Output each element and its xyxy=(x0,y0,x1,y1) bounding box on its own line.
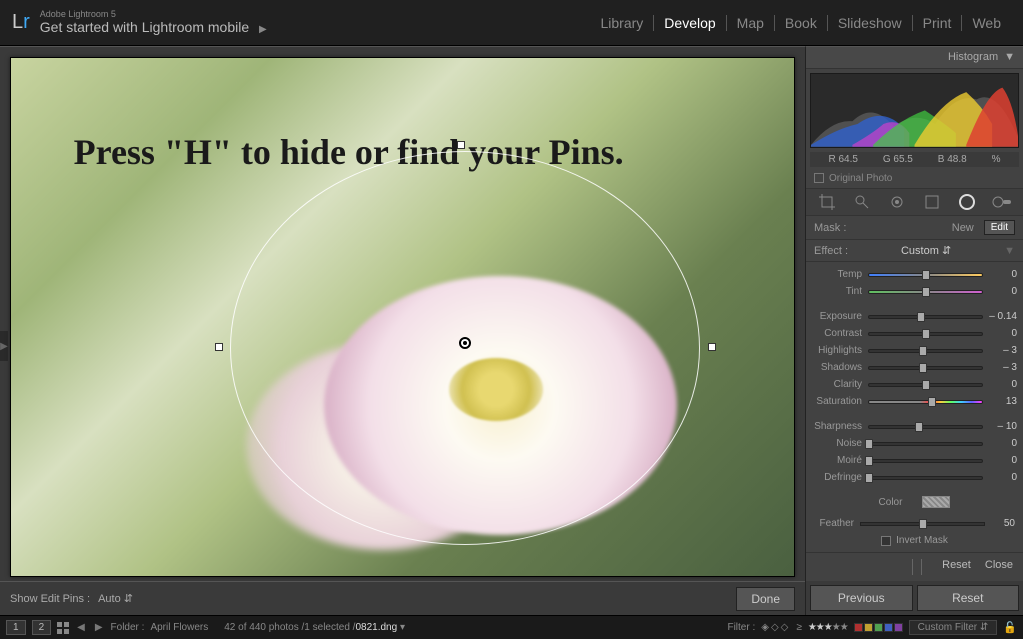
color-row: Color xyxy=(806,490,1023,514)
histogram-header[interactable]: Histogram ▼ xyxy=(806,47,1023,69)
rgb-readout: R 64.5 G 65.5 B 48.8 % xyxy=(810,152,1019,167)
module-print[interactable]: Print xyxy=(913,15,963,31)
module-map[interactable]: Map xyxy=(727,15,775,31)
slider-temp[interactable]: Temp0 xyxy=(812,266,1017,283)
checkbox-icon[interactable] xyxy=(881,536,891,546)
reset-close-row: Reset Close xyxy=(806,552,1023,581)
gte-icon[interactable]: ≥ xyxy=(796,622,802,633)
photo-count: 42 of 440 photos /1 selected /0821.dng ▾ xyxy=(224,622,405,633)
effect-label: Effect : xyxy=(814,245,848,257)
module-library[interactable]: Library xyxy=(591,15,655,31)
mask-new-button[interactable]: New xyxy=(952,222,974,234)
bottom-bar: 1 2 ◀ ▶ Folder : April Flowers 42 of 440… xyxy=(0,615,1023,639)
show-pins-dropdown[interactable]: Auto ⇵ xyxy=(98,592,133,605)
title-block: Adobe Lightroom 5 Get started with Light… xyxy=(40,10,267,35)
radial-handle-right[interactable] xyxy=(708,343,716,351)
done-button[interactable]: Done xyxy=(736,587,795,611)
folder-label: Folder : xyxy=(111,622,145,633)
canvas-area: ▶ Press "H" to hide or find your Pins. S… xyxy=(0,46,805,615)
invert-label: Invert Mask xyxy=(896,535,948,546)
radial-handle-left[interactable] xyxy=(215,343,223,351)
prev-photo-icon[interactable]: ◀ xyxy=(75,622,87,633)
slider-exposure[interactable]: Exposure– 0.14 xyxy=(812,308,1017,325)
reset-button[interactable]: Reset xyxy=(917,585,1020,611)
photo-canvas[interactable]: Press "H" to hide or find your Pins. xyxy=(10,57,795,577)
checkbox-icon[interactable] xyxy=(814,173,824,183)
slider-sharpness[interactable]: Sharpness– 10 xyxy=(812,418,1017,435)
reset-link[interactable]: Reset xyxy=(942,559,971,575)
radial-tool-icon[interactable] xyxy=(956,191,978,213)
top-bar: Lr Adobe Lightroom 5 Get started with Li… xyxy=(0,0,1023,46)
lock-filter-icon[interactable]: 🔓 xyxy=(1003,621,1017,634)
slider-moire[interactable]: Moiré0 xyxy=(812,452,1017,469)
color-label-filter[interactable] xyxy=(854,623,903,632)
tool-strip xyxy=(806,189,1023,216)
color-label: Color xyxy=(879,497,903,508)
mask-label: Mask : xyxy=(814,222,846,234)
monitor-1-button[interactable]: 1 xyxy=(6,620,26,635)
invert-mask-row[interactable]: Invert Mask xyxy=(806,533,1023,552)
slider-noise[interactable]: Noise0 xyxy=(812,435,1017,452)
flag-filter-icons[interactable]: ◈◇◇ xyxy=(761,622,790,633)
effect-header: Effect : Custom ⇵ ▼ xyxy=(806,240,1023,262)
crop-tool-icon[interactable] xyxy=(816,191,838,213)
slider-defringe[interactable]: Defringe0 xyxy=(812,469,1017,486)
module-web[interactable]: Web xyxy=(962,15,1011,31)
custom-filter-dropdown[interactable]: Custom Filter ⇵ xyxy=(909,620,998,635)
welcome-label: Get started with Lightroom mobile xyxy=(40,19,249,35)
module-picker: Library Develop Map Book Slideshow Print… xyxy=(591,15,1012,31)
slider-shadows[interactable]: Shadows– 3 xyxy=(812,359,1017,376)
welcome-text[interactable]: Get started with Lightroom mobile ▶ xyxy=(40,20,267,35)
show-pins-label: Show Edit Pins : xyxy=(10,593,90,605)
prev-reset-row: Previous Reset xyxy=(806,581,1023,615)
histogram[interactable] xyxy=(810,73,1019,148)
panel-switch-icon[interactable] xyxy=(912,559,922,575)
rating-filter[interactable]: ★★★★★ xyxy=(808,622,848,633)
mask-row: Mask : New Edit xyxy=(806,216,1023,240)
brush-tool-icon[interactable] xyxy=(991,191,1013,213)
previous-button[interactable]: Previous xyxy=(810,585,913,611)
right-panel: Histogram ▼ R 64.5 G 65.5 B 48.8 % Origi… xyxy=(805,46,1023,615)
spot-tool-icon[interactable] xyxy=(851,191,873,213)
main-area: ▶ Press "H" to hide or find your Pins. S… xyxy=(0,46,1023,615)
chevron-down-icon[interactable]: ▼ xyxy=(1004,245,1015,257)
chevron-down-icon: ▼ xyxy=(1004,51,1015,63)
module-book[interactable]: Book xyxy=(775,15,828,31)
gradient-tool-icon[interactable] xyxy=(921,191,943,213)
filter-label: Filter : xyxy=(727,622,755,633)
slider-highlights[interactable]: Highlights– 3 xyxy=(812,342,1017,359)
next-photo-icon[interactable]: ▶ xyxy=(93,622,105,633)
canvas-footer: Show Edit Pins : Auto ⇵ Done xyxy=(0,581,805,615)
slider-saturation[interactable]: Saturation13 xyxy=(812,393,1017,410)
effect-dropdown[interactable]: Custom ⇵ xyxy=(901,244,951,257)
app-logo: Lr xyxy=(12,11,30,34)
color-swatch[interactable] xyxy=(922,496,950,508)
sliders-group: Temp0 Tint0 Exposure– 0.14 Contrast0 Hig… xyxy=(806,262,1023,490)
chevron-right-icon: ▶ xyxy=(259,24,267,35)
folder-name[interactable]: April Flowers xyxy=(150,622,208,633)
close-link[interactable]: Close xyxy=(985,559,1013,575)
module-develop[interactable]: Develop xyxy=(654,15,726,31)
monitor-2-button[interactable]: 2 xyxy=(32,620,52,635)
slider-clarity[interactable]: Clarity0 xyxy=(812,376,1017,393)
module-slideshow[interactable]: Slideshow xyxy=(828,15,913,31)
slider-contrast[interactable]: Contrast0 xyxy=(812,325,1017,342)
grid-view-icon[interactable] xyxy=(57,622,69,634)
slider-feather[interactable]: Feather 50 xyxy=(806,514,1023,533)
mask-edit-button[interactable]: Edit xyxy=(984,220,1015,235)
slider-tint[interactable]: Tint0 xyxy=(812,283,1017,300)
histogram-title: Histogram xyxy=(948,51,998,63)
original-photo-row[interactable]: Original Photo xyxy=(806,169,1023,189)
original-photo-label: Original Photo xyxy=(829,173,892,184)
radial-filter-pin[interactable] xyxy=(459,337,471,349)
left-panel-handle[interactable]: ▶ xyxy=(0,331,8,361)
radial-handle-top[interactable] xyxy=(457,141,465,149)
redeye-tool-icon[interactable] xyxy=(886,191,908,213)
